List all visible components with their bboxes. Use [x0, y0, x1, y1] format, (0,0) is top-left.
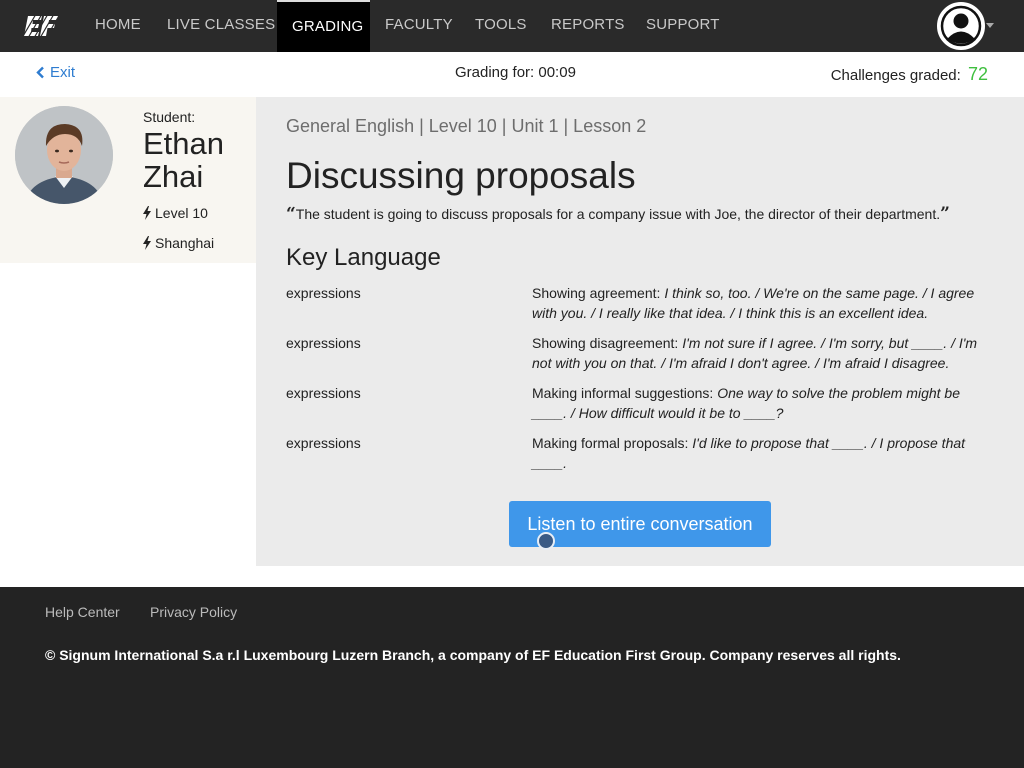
nav-home[interactable]: HOME: [95, 0, 141, 52]
challenges-count: 72: [967, 64, 988, 84]
footer-link-help-center[interactable]: Help Center: [45, 604, 120, 620]
key-language-type: expressions: [286, 435, 361, 451]
nav-live-classes[interactable]: LIVE CLASSES: [167, 0, 275, 52]
student-card: Student: Ethan Zhai Level 10 Shanghai: [0, 97, 256, 263]
nav-grading[interactable]: GRADING: [277, 0, 370, 52]
student-name: Ethan Zhai: [143, 127, 253, 193]
student-level-text: Level 10: [155, 205, 208, 221]
key-language-label: Making formal proposals:: [532, 435, 689, 451]
challenges-graded: Challenges graded: 72: [831, 64, 988, 85]
key-language-type: expressions: [286, 285, 361, 301]
copyright-text: © Signum International S.a r.l Luxembour…: [45, 647, 901, 663]
lesson-description: “ The student is going to discuss propos…: [286, 204, 1006, 224]
close-quote-icon: ”: [940, 204, 950, 224]
grading-timer: Grading for: 00:09: [455, 64, 576, 81]
student-last-name: Zhai: [143, 159, 204, 194]
grading-subheader: Exit Grading for: 00:09 Challenges grade…: [0, 52, 1024, 97]
key-language-type: expressions: [286, 335, 361, 351]
key-language-description: Making formal proposals: I'd like to pro…: [532, 433, 986, 473]
nav-faculty[interactable]: FACULTY: [385, 0, 453, 52]
lightning-icon: [143, 236, 151, 250]
key-language-type: expressions: [286, 385, 361, 401]
key-language-label: Showing agreement:: [532, 285, 661, 301]
exit-link[interactable]: Exit: [36, 64, 75, 81]
challenges-label: Challenges graded:: [830, 67, 961, 84]
nav-tools[interactable]: TOOLS: [475, 0, 527, 52]
lesson-title: Discussing proposals: [286, 155, 636, 196]
student-avatar: [15, 106, 113, 204]
chevron-down-icon[interactable]: [986, 23, 994, 28]
open-quote-icon: “: [286, 204, 296, 224]
nav-reports[interactable]: REPORTS: [551, 0, 625, 52]
lesson-panel: General English | Level 10 | Unit 1 | Le…: [256, 97, 1024, 566]
student-level: Level 10: [143, 205, 208, 221]
exit-label: Exit: [50, 64, 76, 81]
ef-logo[interactable]: [21, 12, 62, 40]
key-language-label: Making informal suggestions:: [532, 385, 714, 401]
footer: Help Center Privacy Policy © Signum Inte…: [0, 587, 1024, 768]
user-avatar-icon[interactable]: [937, 2, 985, 50]
chevron-left-icon: [36, 66, 44, 79]
student-location: Shanghai: [143, 235, 214, 251]
key-language-description: Showing disagreement: I'm not sure if I …: [532, 333, 986, 373]
touch-cursor-icon: [537, 532, 555, 550]
key-language-description: Showing agreement: I think so, too. / We…: [532, 283, 986, 323]
key-language-label: Showing disagreement:: [532, 335, 679, 351]
footer-link-privacy-policy[interactable]: Privacy Policy: [150, 604, 237, 620]
course-breadcrumb: General English | Level 10 | Unit 1 | Le…: [286, 116, 647, 136]
key-language-description: Making informal suggestions: One way to …: [532, 383, 986, 423]
student-location-text: Shanghai: [155, 235, 215, 251]
student-first-name: Ethan: [143, 126, 225, 161]
top-navigation: HOME LIVE CLASSES GRADING FACULTY TOOLS …: [0, 0, 1024, 52]
student-label: Student:: [143, 109, 196, 125]
lesson-description-text: The student is going to discuss proposal…: [295, 206, 941, 222]
key-language-heading: Key Language: [286, 244, 441, 271]
nav-support[interactable]: SUPPORT: [646, 0, 720, 52]
lightning-icon: [143, 206, 151, 220]
